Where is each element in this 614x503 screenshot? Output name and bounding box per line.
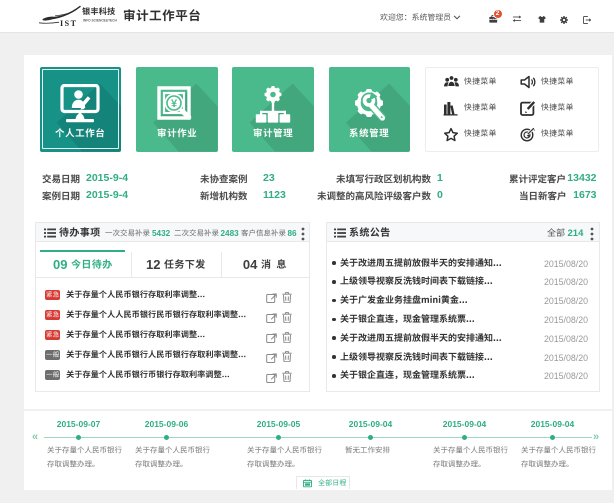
svg-text:¥: ¥ [171,98,178,110]
